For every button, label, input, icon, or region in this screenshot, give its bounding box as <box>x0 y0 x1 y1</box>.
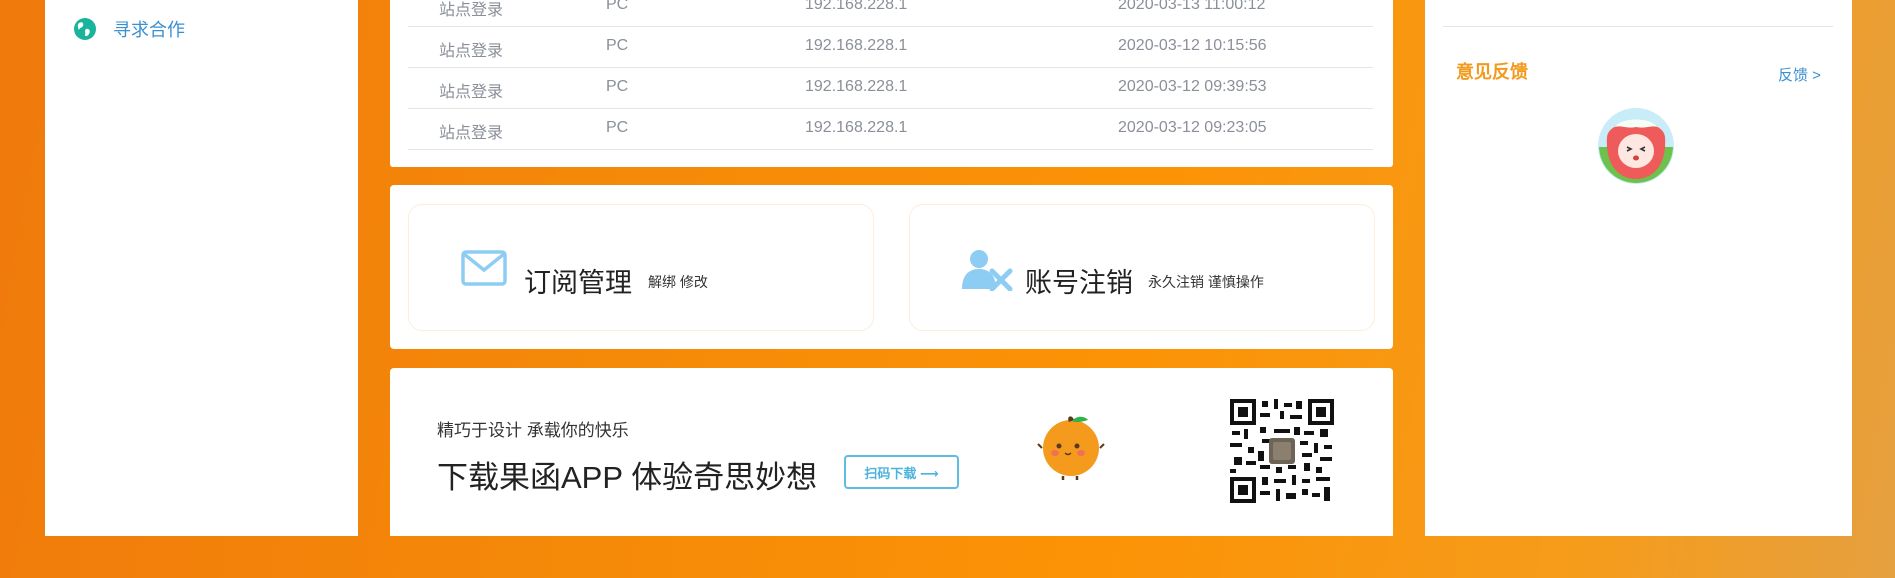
qr-code-icon <box>1230 399 1334 503</box>
time-cell: 2020-03-12 10:15:56 <box>1118 37 1267 54</box>
sidebar-item-cooperation[interactable]: 寻求合作 <box>73 16 185 42</box>
action-cell: 站点登录 <box>439 43 504 60</box>
ip-cell: 192.168.228.1 <box>805 78 908 95</box>
mail-icon <box>461 250 507 286</box>
account-cancel-card[interactable]: 账号注销 永久注销 谨慎操作 <box>909 204 1375 331</box>
table-row: 站点登录 PC 192.168.228.1 2020-03-12 09:23:0… <box>408 109 1373 150</box>
time-cell: 2020-03-12 09:23:05 <box>1118 119 1267 136</box>
device-cell: PC <box>606 78 629 95</box>
device-cell: PC <box>606 119 629 136</box>
subscribe-management-card[interactable]: 订阅管理 解绑 修改 <box>408 204 874 331</box>
cancel-desc: 永久注销 谨慎操作 <box>1148 274 1264 290</box>
action-cell: 站点登录 <box>439 125 504 142</box>
user-remove-icon <box>962 250 1013 291</box>
feedback-title: 意见反馈 <box>1456 62 1528 82</box>
app-download-banner: 精巧于设计 承载你的快乐 下载果函APP 体验奇思妙想 扫码下载 ⟶ <box>390 368 1393 536</box>
table-row: 站点登录 PC 192.168.228.1 2020-03-12 09:39:5… <box>408 68 1373 109</box>
banner-tagline: 精巧于设计 承载你的快乐 <box>437 421 629 440</box>
left-sidebar: 寻求合作 <box>45 0 358 536</box>
divider <box>1443 26 1833 27</box>
strawberry-avatar-icon <box>1598 108 1674 184</box>
orange-mascot-icon <box>1037 416 1105 480</box>
account-actions: 订阅管理 解绑 修改 账号注销 永久注销 谨慎操作 <box>390 185 1393 349</box>
subscribe-title: 订阅管理 <box>524 268 632 298</box>
sidebar-item-label: 寻求合作 <box>113 20 185 40</box>
right-sidebar: 意见反馈 反馈 > <box>1425 0 1852 536</box>
subscribe-desc: 解绑 修改 <box>648 274 708 290</box>
time-cell: 2020-03-13 11:00:12 <box>1118 0 1266 13</box>
login-records-table: 站点登录 PC 192.168.228.1 2020-03-13 11:00:1… <box>390 0 1393 167</box>
device-cell: PC <box>606 0 629 13</box>
ip-cell: 192.168.228.1 <box>805 119 908 136</box>
banner-headline: 下载果函APP 体验奇思妙想 <box>437 460 818 495</box>
ip-cell: 192.168.228.1 <box>805 0 908 13</box>
globe-icon <box>74 18 96 40</box>
cancel-title: 账号注销 <box>1025 268 1133 298</box>
table-row: 站点登录 PC 192.168.228.1 2020-03-12 10:15:5… <box>408 27 1373 68</box>
action-cell: 站点登录 <box>439 2 504 19</box>
feedback-link[interactable]: 反馈 > <box>1778 64 1821 85</box>
ip-cell: 192.168.228.1 <box>805 37 908 54</box>
action-cell: 站点登录 <box>439 84 504 101</box>
device-cell: PC <box>606 37 629 54</box>
time-cell: 2020-03-12 09:39:53 <box>1118 78 1267 95</box>
table-row: 站点登录 PC 192.168.228.1 2020-03-13 11:00:1… <box>408 0 1373 27</box>
scan-download-button[interactable]: 扫码下载 ⟶ <box>844 455 959 489</box>
